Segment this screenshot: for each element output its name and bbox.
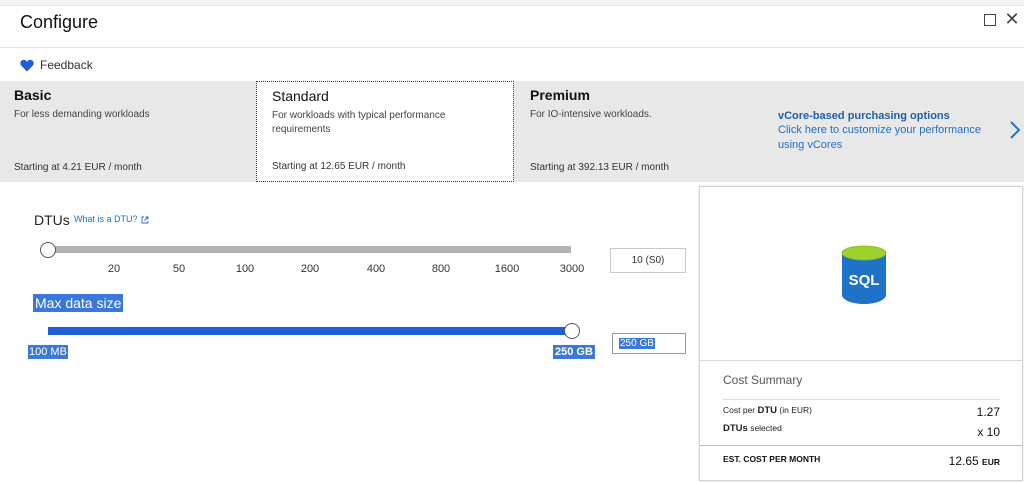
page-title: Configure	[20, 12, 99, 32]
vcore-options-link[interactable]: vCore-based purchasing options Click her…	[778, 110, 998, 153]
divider	[723, 399, 1000, 400]
est-cost-label: EST. COST PER MONTH	[723, 454, 821, 464]
heart-icon	[20, 59, 34, 71]
sql-database-icon: SQL	[841, 245, 887, 304]
vcore-title: vCore-based purchasing options	[778, 110, 950, 122]
max-size-min-label: 100 MB	[28, 345, 68, 359]
tier-name: Basic	[14, 87, 52, 103]
max-size-value-input[interactable]: 250 GB	[612, 333, 686, 354]
svg-text:SQL: SQL	[849, 272, 880, 289]
dtu-slider-thumb[interactable]	[40, 242, 56, 258]
dtu-tick: 200	[300, 263, 320, 275]
max-data-size-label: Max data size	[33, 294, 124, 312]
max-size-slider-track[interactable]	[48, 327, 572, 335]
dtu-tick: 400	[366, 263, 386, 275]
tier-description: For IO-intensive workloads.	[530, 109, 652, 120]
cost-per-dtu-value: 1.27	[976, 405, 1000, 419]
tier-description: For less demanding workloads	[14, 109, 150, 120]
cost-summary-panel: SQL Cost Summary Cost per DTU (in EUR) 1…	[699, 186, 1023, 481]
external-link-icon	[141, 216, 148, 224]
dtu-tick: 800	[431, 263, 451, 275]
dtu-slider-track[interactable]	[48, 246, 571, 253]
dtu-tick: 50	[172, 263, 186, 275]
vcore-description: Click here to customize your performance…	[778, 124, 981, 151]
max-size-max-label: 250 GB	[553, 345, 595, 359]
tier-description: For workloads with typical performance r…	[272, 110, 446, 135]
cost-summary-header: Cost Summary	[700, 360, 1022, 387]
dtu-tick: 100	[235, 263, 255, 275]
dtus-selected-label: DTUs selected	[723, 423, 782, 434]
chevron-right-icon[interactable]	[1009, 121, 1021, 139]
dtu-tick: 3000	[559, 263, 585, 275]
tier-price: Starting at 12.65 EUR / month	[272, 161, 406, 172]
dtu-value-input[interactable]: 10 (S0)	[610, 248, 686, 273]
cost-summary-title: Cost Summary	[723, 373, 803, 387]
title-bar: Configure ✕	[0, 6, 1024, 48]
dtu-label: DTUs	[34, 212, 70, 228]
feedback-button[interactable]: Feedback	[20, 56, 93, 74]
tier-standard[interactable]: Standard For workloads with typical perf…	[256, 81, 514, 182]
tier-price: Starting at 392.13 EUR / month	[530, 162, 669, 173]
feedback-label: Feedback	[40, 58, 93, 72]
dtu-tick: 1600	[494, 263, 520, 275]
tier-name: Standard	[272, 88, 329, 104]
close-icon[interactable]: ✕	[1004, 10, 1020, 28]
max-size-slider-thumb[interactable]	[564, 323, 580, 339]
what-is-dtu-link-text: What is a DTU?	[74, 214, 138, 224]
max-size-value-text: 250 GB	[619, 338, 655, 349]
tier-price: Starting at 4.21 EUR / month	[14, 162, 142, 173]
dtu-tick: 20	[107, 263, 121, 275]
divider	[700, 445, 1022, 446]
tier-name: Premium	[530, 87, 590, 103]
est-cost-value: 12.65 EUR	[948, 454, 1000, 468]
tier-basic[interactable]: Basic For less demanding workloads Start…	[0, 81, 256, 182]
cost-per-dtu-label: Cost per DTU (in EUR)	[723, 405, 812, 416]
dtus-selected-value: x 10	[977, 425, 1000, 439]
maximize-icon[interactable]	[984, 14, 996, 26]
tier-premium[interactable]: Premium For IO-intensive workloads. Star…	[516, 81, 756, 182]
what-is-dtu-link[interactable]: What is a DTU?	[74, 214, 149, 224]
